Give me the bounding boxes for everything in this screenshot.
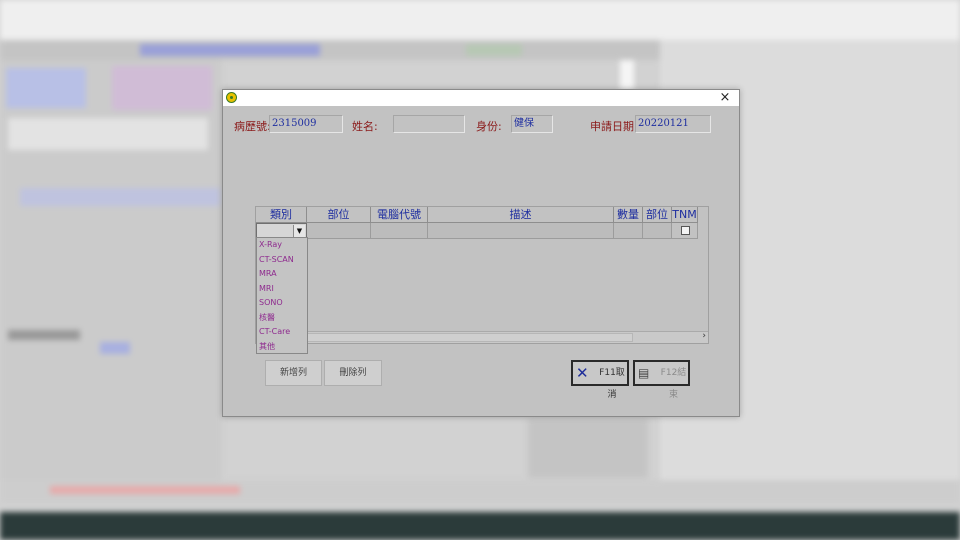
add-row-button[interactable]: 新增列: [265, 360, 322, 386]
name-field[interactable]: [393, 115, 465, 133]
col-header-site[interactable]: 部位: [307, 207, 371, 223]
cell-site-2[interactable]: [643, 223, 672, 239]
scrollbar-thumb[interactable]: [307, 333, 633, 342]
finish-icon: ▤: [638, 366, 650, 380]
dialog-titlebar: ×: [223, 90, 739, 106]
background-block: [8, 330, 80, 340]
background-block: [528, 418, 648, 478]
background-block: [8, 118, 208, 150]
background-block: [6, 68, 86, 108]
col-header-quantity[interactable]: 數量: [614, 207, 643, 223]
background-highlight: [466, 44, 522, 56]
app-icon: [226, 92, 237, 103]
dropdown-option-xray[interactable]: X-Ray: [259, 238, 282, 252]
cell-description[interactable]: [428, 223, 614, 239]
apply-date-label: 申請日期:: [590, 120, 638, 133]
cell-site[interactable]: [307, 223, 371, 239]
cancel-button-label: F11取消: [599, 368, 625, 400]
col-header-tnm[interactable]: TNM: [672, 207, 698, 223]
cell-quantity[interactable]: [614, 223, 643, 239]
scroll-right-icon[interactable]: ›: [702, 331, 706, 341]
background-block: [112, 66, 212, 110]
close-button[interactable]: ×: [717, 90, 733, 106]
imaging-request-dialog: × 病歷號: 2315009 姓名: 身份: 健保 申請日期: 20220121…: [222, 89, 740, 417]
background-highlight: [140, 44, 320, 56]
horizontal-scrollbar[interactable]: ›: [307, 331, 708, 343]
col-header-category[interactable]: 類別: [256, 207, 307, 223]
dropdown-option-nuclear[interactable]: 核醫: [259, 311, 275, 325]
name-label: 姓名:: [352, 120, 378, 133]
dropdown-option-mri[interactable]: MRI: [259, 282, 274, 296]
order-grid: 類別 部位 電腦代號 描述 數量 部位 TNM ▼ ›: [255, 206, 709, 344]
chart-no-field[interactable]: 2315009: [269, 115, 343, 133]
background-menu-area: [0, 0, 960, 40]
chart-no-label: 病歷號:: [234, 120, 271, 133]
chevron-down-icon[interactable]: ▼: [293, 225, 305, 237]
apply-date-field[interactable]: 20220121: [635, 115, 711, 133]
delete-row-button[interactable]: 刪除列: [324, 360, 382, 386]
background-block: [100, 342, 130, 354]
dropdown-option-mra[interactable]: MRA: [259, 267, 277, 281]
col-header-description[interactable]: 描述: [428, 207, 614, 223]
tnm-checkbox[interactable]: [681, 226, 690, 235]
category-dropdown-list: X-Ray CT-SCAN MRA MRI SONO 核醫 CT-Care 其他: [256, 237, 308, 354]
identity-field[interactable]: 健保: [511, 115, 553, 133]
dropdown-option-ct-scan[interactable]: CT-SCAN: [259, 253, 294, 267]
dropdown-option-other[interactable]: 其他: [259, 340, 275, 354]
col-header-site-2[interactable]: 部位: [643, 207, 672, 223]
table-row: [256, 223, 708, 239]
grid-header: 類別 部位 電腦代號 描述 數量 部位 TNM: [256, 207, 708, 223]
cell-code[interactable]: [371, 223, 428, 239]
background-taskbar: [0, 512, 960, 540]
finish-button-label: F12結束: [660, 368, 687, 400]
col-header-code[interactable]: 電腦代號: [371, 207, 428, 223]
background-block: [620, 60, 634, 90]
background-block: [50, 486, 240, 494]
cancel-button[interactable]: ✕ F11取消: [571, 360, 629, 400]
dropdown-option-ct-care[interactable]: CT-Care: [259, 325, 290, 339]
background-block: [20, 188, 220, 206]
dropdown-option-sono[interactable]: SONO: [259, 296, 283, 310]
identity-label: 身份:: [476, 120, 502, 133]
cancel-x-icon: ✕: [576, 364, 589, 382]
finish-button[interactable]: ▤ F12結束: [633, 360, 690, 400]
